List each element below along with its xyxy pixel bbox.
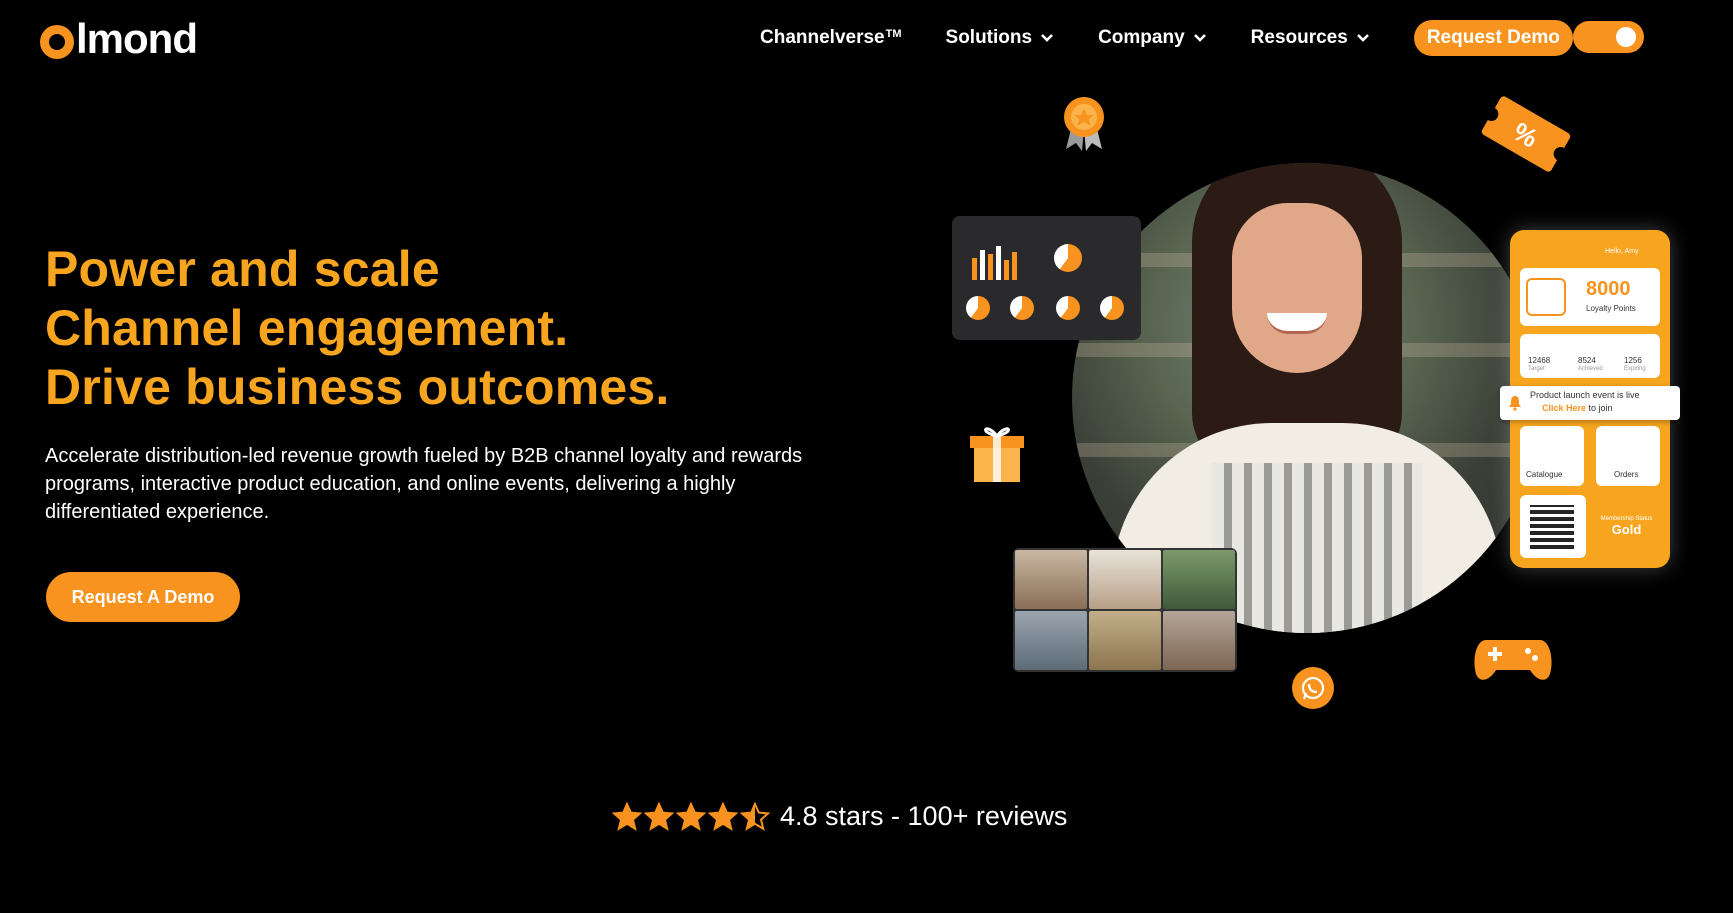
gift-box-icon xyxy=(970,427,1024,482)
nav-item-label: Solutions xyxy=(945,27,1033,48)
headline-line-3: Drive business outcomes. xyxy=(45,359,670,415)
chevron-down-icon xyxy=(1041,34,1053,42)
notification-link: Click Here xyxy=(1542,403,1587,413)
event-notification: Product launch event is live Click Here … xyxy=(1500,386,1680,420)
game-controller-icon xyxy=(1474,640,1552,680)
request-demo-button[interactable]: Request Demo xyxy=(1413,20,1573,56)
loyalty-points-value: 8000 xyxy=(1586,278,1631,300)
notification-suffix: to join xyxy=(1588,403,1613,413)
phone-greeting: Hello, Amy xyxy=(1605,248,1639,255)
orders-label: Orders xyxy=(1614,470,1639,479)
star-full-icon xyxy=(644,801,674,831)
headline-line-2: Channel engagement. xyxy=(45,300,569,356)
membership-value: Gold xyxy=(1611,522,1642,537)
logo-text: lmond xyxy=(76,15,198,62)
theme-toggle[interactable] xyxy=(1573,21,1644,53)
stat-expiring-value: 1256 xyxy=(1624,356,1642,365)
toggle-knob xyxy=(1616,27,1636,47)
stat-achieved-value: 8524 xyxy=(1578,356,1596,365)
whatsapp-icon[interactable] xyxy=(1292,667,1334,709)
rating-text: 4.8 stars - 100+ reviews xyxy=(780,801,1068,831)
video-tile xyxy=(1015,611,1087,670)
nav-item-label: Channelverse xyxy=(760,27,885,48)
stat-target-label: Target xyxy=(1528,366,1545,372)
nav-item-company[interactable]: Company xyxy=(1098,27,1207,49)
video-call-grid xyxy=(1013,548,1237,672)
rating-summary: 4.8 stars - 100+ reviews xyxy=(612,801,1067,832)
chevron-down-icon xyxy=(1193,34,1206,42)
nav-item-channelverse[interactable]: Channelverse TM xyxy=(760,27,902,49)
loyalty-card-icon xyxy=(1526,278,1566,316)
video-tile xyxy=(1089,611,1161,670)
request-a-demo-button[interactable]: Request A Demo xyxy=(46,572,240,622)
star-half-icon xyxy=(740,801,770,831)
loyalty-points-label: Loyalty Points xyxy=(1586,304,1636,313)
main-nav: Channelverse TM Solutions Company Resourc… xyxy=(760,18,1573,58)
trademark-sup: TM xyxy=(885,28,902,40)
rating-stars xyxy=(612,801,772,832)
stat-expiring-label: Expiring xyxy=(1624,366,1646,372)
star-full-icon xyxy=(612,801,642,831)
analytics-dashboard-card xyxy=(952,216,1141,340)
video-tile xyxy=(1089,550,1161,609)
chevron-down-icon xyxy=(1356,34,1369,42)
medal-icon xyxy=(1064,97,1104,151)
membership-status-badge: Membership Status Gold xyxy=(1595,495,1658,558)
video-tile xyxy=(1015,550,1087,609)
hero-subtext: Accelerate distribution-led revenue grow… xyxy=(45,445,803,523)
notification-text: Product launch event is live xyxy=(1530,390,1640,400)
nav-item-label: Resources xyxy=(1250,27,1348,48)
nav-item-label: Company xyxy=(1098,27,1185,48)
qr-code-icon xyxy=(1530,505,1574,549)
video-tile xyxy=(1163,550,1235,609)
headline-line-1: Power and scale xyxy=(45,241,440,297)
nav-item-solutions[interactable]: Solutions xyxy=(946,27,1055,49)
discount-ticket-icon: % xyxy=(1481,96,1571,172)
bell-icon xyxy=(1509,396,1521,411)
stat-achieved-label: Achieved xyxy=(1578,366,1603,372)
nav-item-resources[interactable]: Resources xyxy=(1251,27,1370,49)
star-full-icon xyxy=(708,801,738,831)
whatsapp-glyph-icon xyxy=(1301,676,1325,700)
notification-cta: Click Here to join xyxy=(1542,403,1613,413)
stat-target-value: 12468 xyxy=(1528,356,1551,365)
logo-mark xyxy=(40,25,74,59)
catalogue-label: Catalogue xyxy=(1526,470,1563,479)
star-full-icon xyxy=(676,801,706,831)
hero-headline: Power and scale Channel engagement. Driv… xyxy=(45,240,669,417)
brand-logo[interactable]: lmond xyxy=(40,14,198,64)
video-tile xyxy=(1163,611,1235,670)
